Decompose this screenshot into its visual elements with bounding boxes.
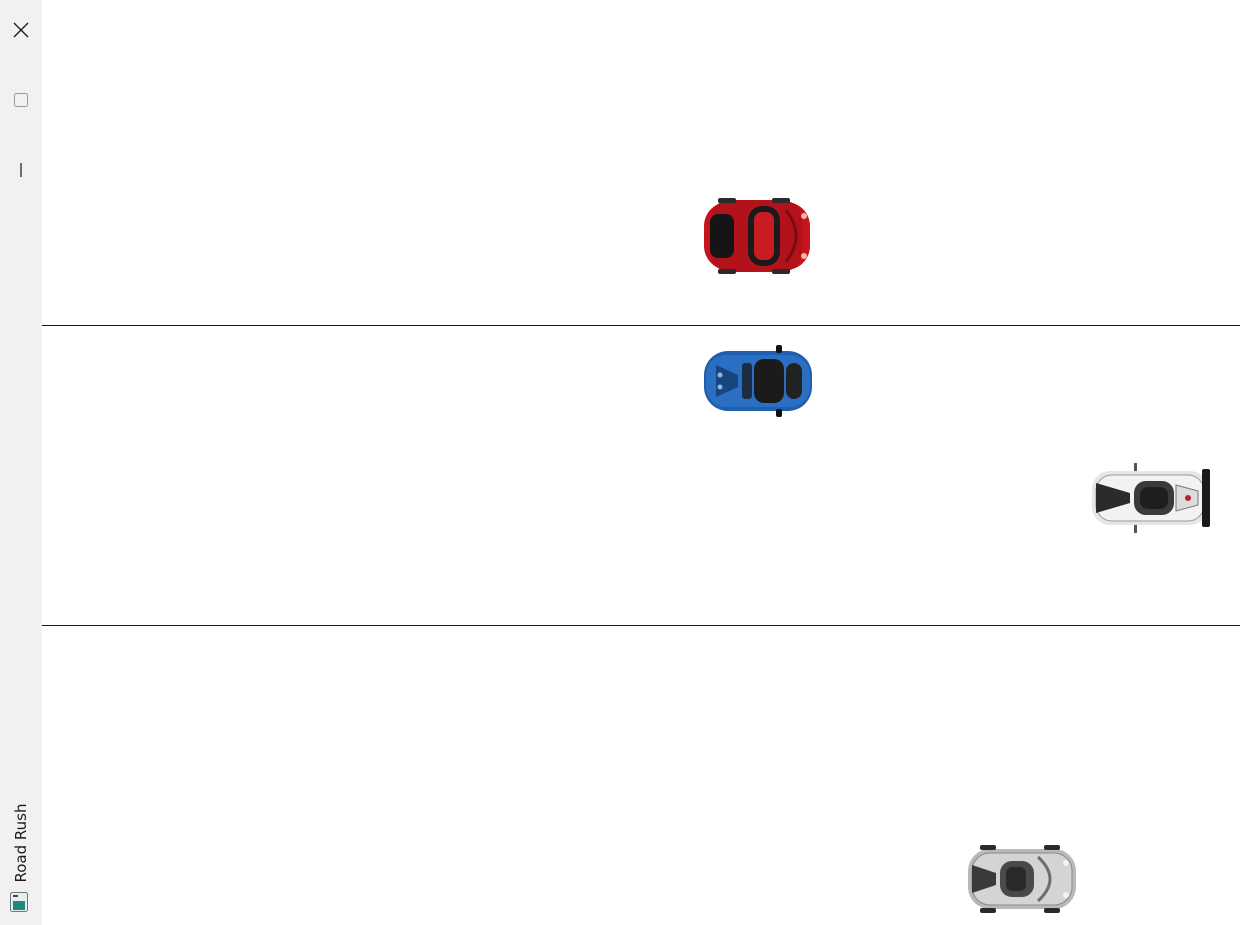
close-icon <box>13 22 29 38</box>
silver-hypercar <box>968 845 1076 913</box>
close-button[interactable] <box>0 7 42 53</box>
minimize-button[interactable] <box>0 147 42 193</box>
maximize-icon <box>14 93 28 107</box>
app-title: Road Rush <box>12 803 30 883</box>
lane-divider <box>42 325 1240 326</box>
white-hypercar <box>1092 463 1210 533</box>
road <box>42 0 1240 925</box>
app-icon <box>10 892 28 912</box>
blue-sports-car <box>704 345 812 417</box>
maximize-button[interactable] <box>0 77 42 123</box>
lane-divider <box>42 625 1240 626</box>
red-sports-car <box>704 198 810 274</box>
game-window: Road Rush <box>0 0 1240 925</box>
minimize-icon <box>20 163 22 177</box>
title-bar: Road Rush <box>0 0 42 925</box>
